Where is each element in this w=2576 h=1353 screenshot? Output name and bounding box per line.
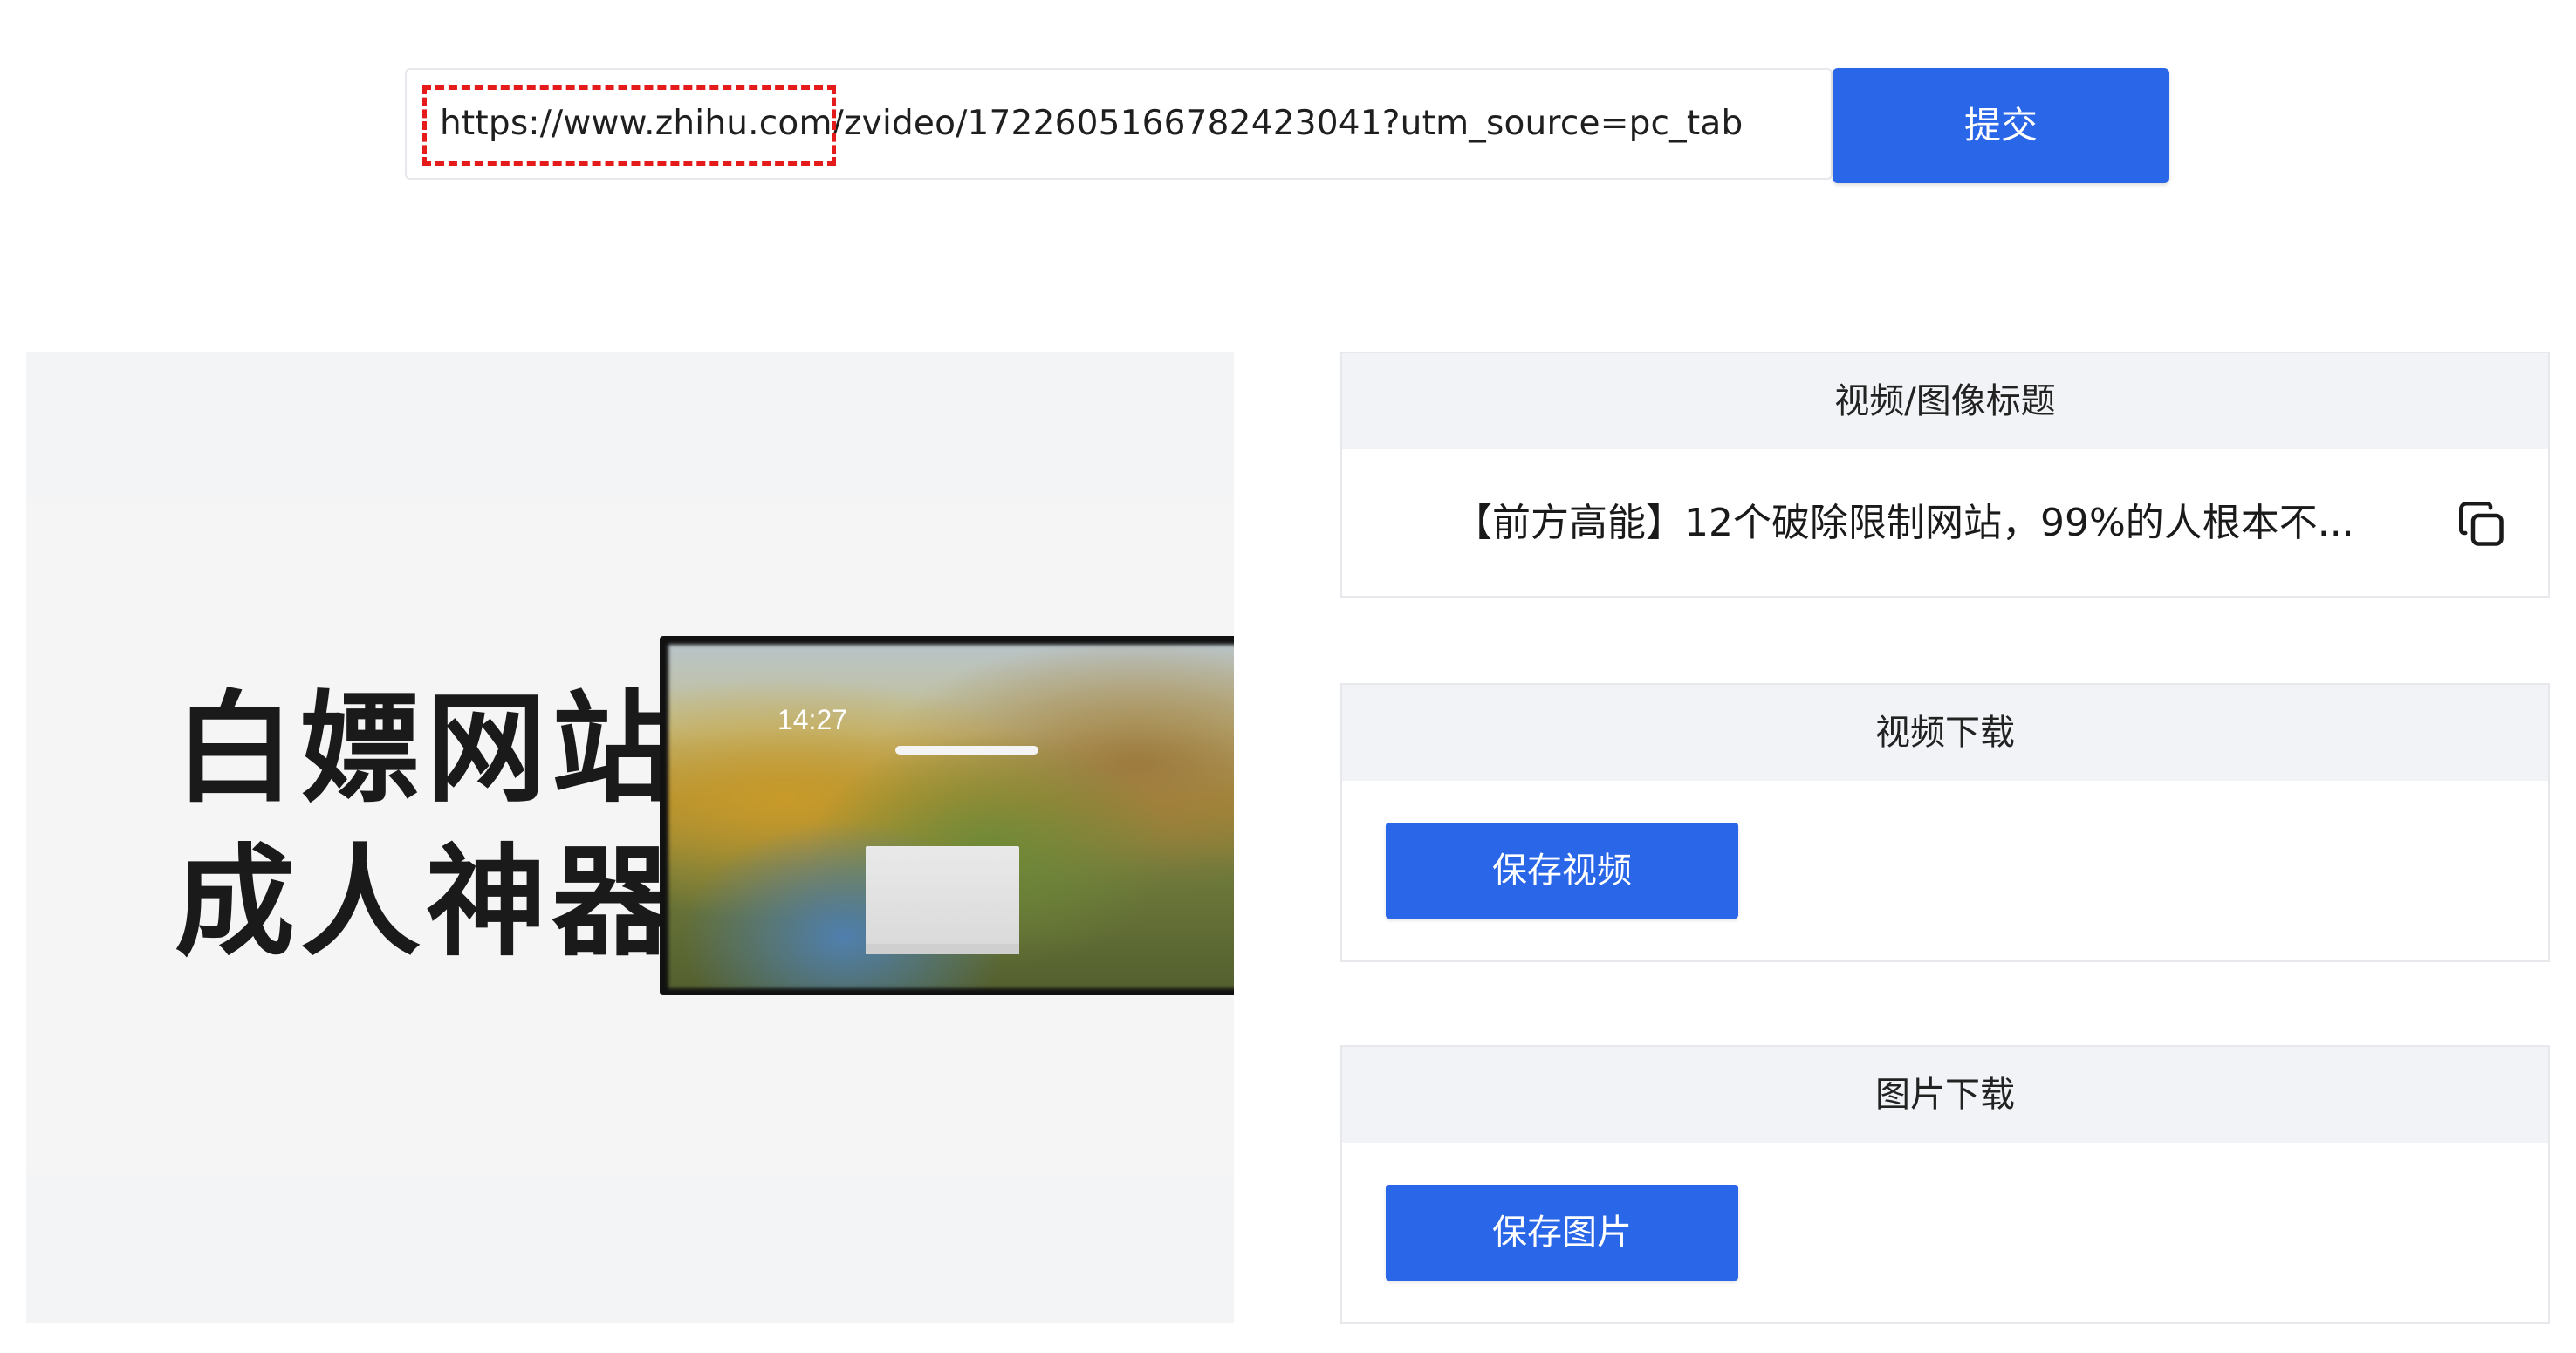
video-download-panel: 视频下载 保存视频 xyxy=(1340,683,2550,962)
title-panel-body: 【前方高能】12个破除限制网站，99%的人根本不... xyxy=(1342,449,2548,598)
submit-button[interactable]: 提交 xyxy=(1833,68,2169,183)
image-panel-body: 保存图片 xyxy=(1342,1143,2548,1322)
url-input-value[interactable]: https://www.zhihu.com/zvideo/17226051667… xyxy=(440,70,1743,178)
screen-clock: 14:27 xyxy=(777,704,848,735)
poster-line-2: 成人神器 xyxy=(175,832,678,973)
preview-thumbnail: 白嫖网站 成人神器 14:27 xyxy=(26,498,1234,1175)
poster-line-1: 白嫖网站 xyxy=(175,679,678,819)
preview-bottom-band xyxy=(26,1175,1234,1323)
video-panel-header: 视频下载 xyxy=(1342,685,2548,781)
monitor-stand xyxy=(866,846,1019,953)
video-panel-body: 保存视频 xyxy=(1342,781,2548,960)
save-video-button[interactable]: 保存视频 xyxy=(1386,823,1738,919)
title-panel-header: 视频/图像标题 xyxy=(1342,353,2548,449)
url-input[interactable]: https://www.zhihu.com/zvideo/17226051667… xyxy=(405,68,1833,180)
poster-text: 白嫖网站 成人神器 xyxy=(175,673,677,980)
media-preview: 白嫖网站 成人神器 14:27 xyxy=(26,352,1234,1323)
image-download-panel: 图片下载 保存图片 xyxy=(1340,1045,2550,1324)
monitor-stand-foot xyxy=(866,944,1019,954)
screen-login-bar xyxy=(895,746,1038,755)
media-title: 【前方高能】12个破除限制网站，99%的人根本不... xyxy=(1454,501,2354,545)
copy-icon[interactable] xyxy=(2456,498,2508,550)
image-panel-header: 图片下载 xyxy=(1342,1047,2548,1143)
page: https://www.zhihu.com/zvideo/17226051667… xyxy=(0,0,2576,1353)
title-panel: 视频/图像标题 【前方高能】12个破除限制网站，99%的人根本不... xyxy=(1340,352,2550,598)
preview-top-band xyxy=(26,352,1234,498)
save-image-button[interactable]: 保存图片 xyxy=(1386,1185,1738,1281)
